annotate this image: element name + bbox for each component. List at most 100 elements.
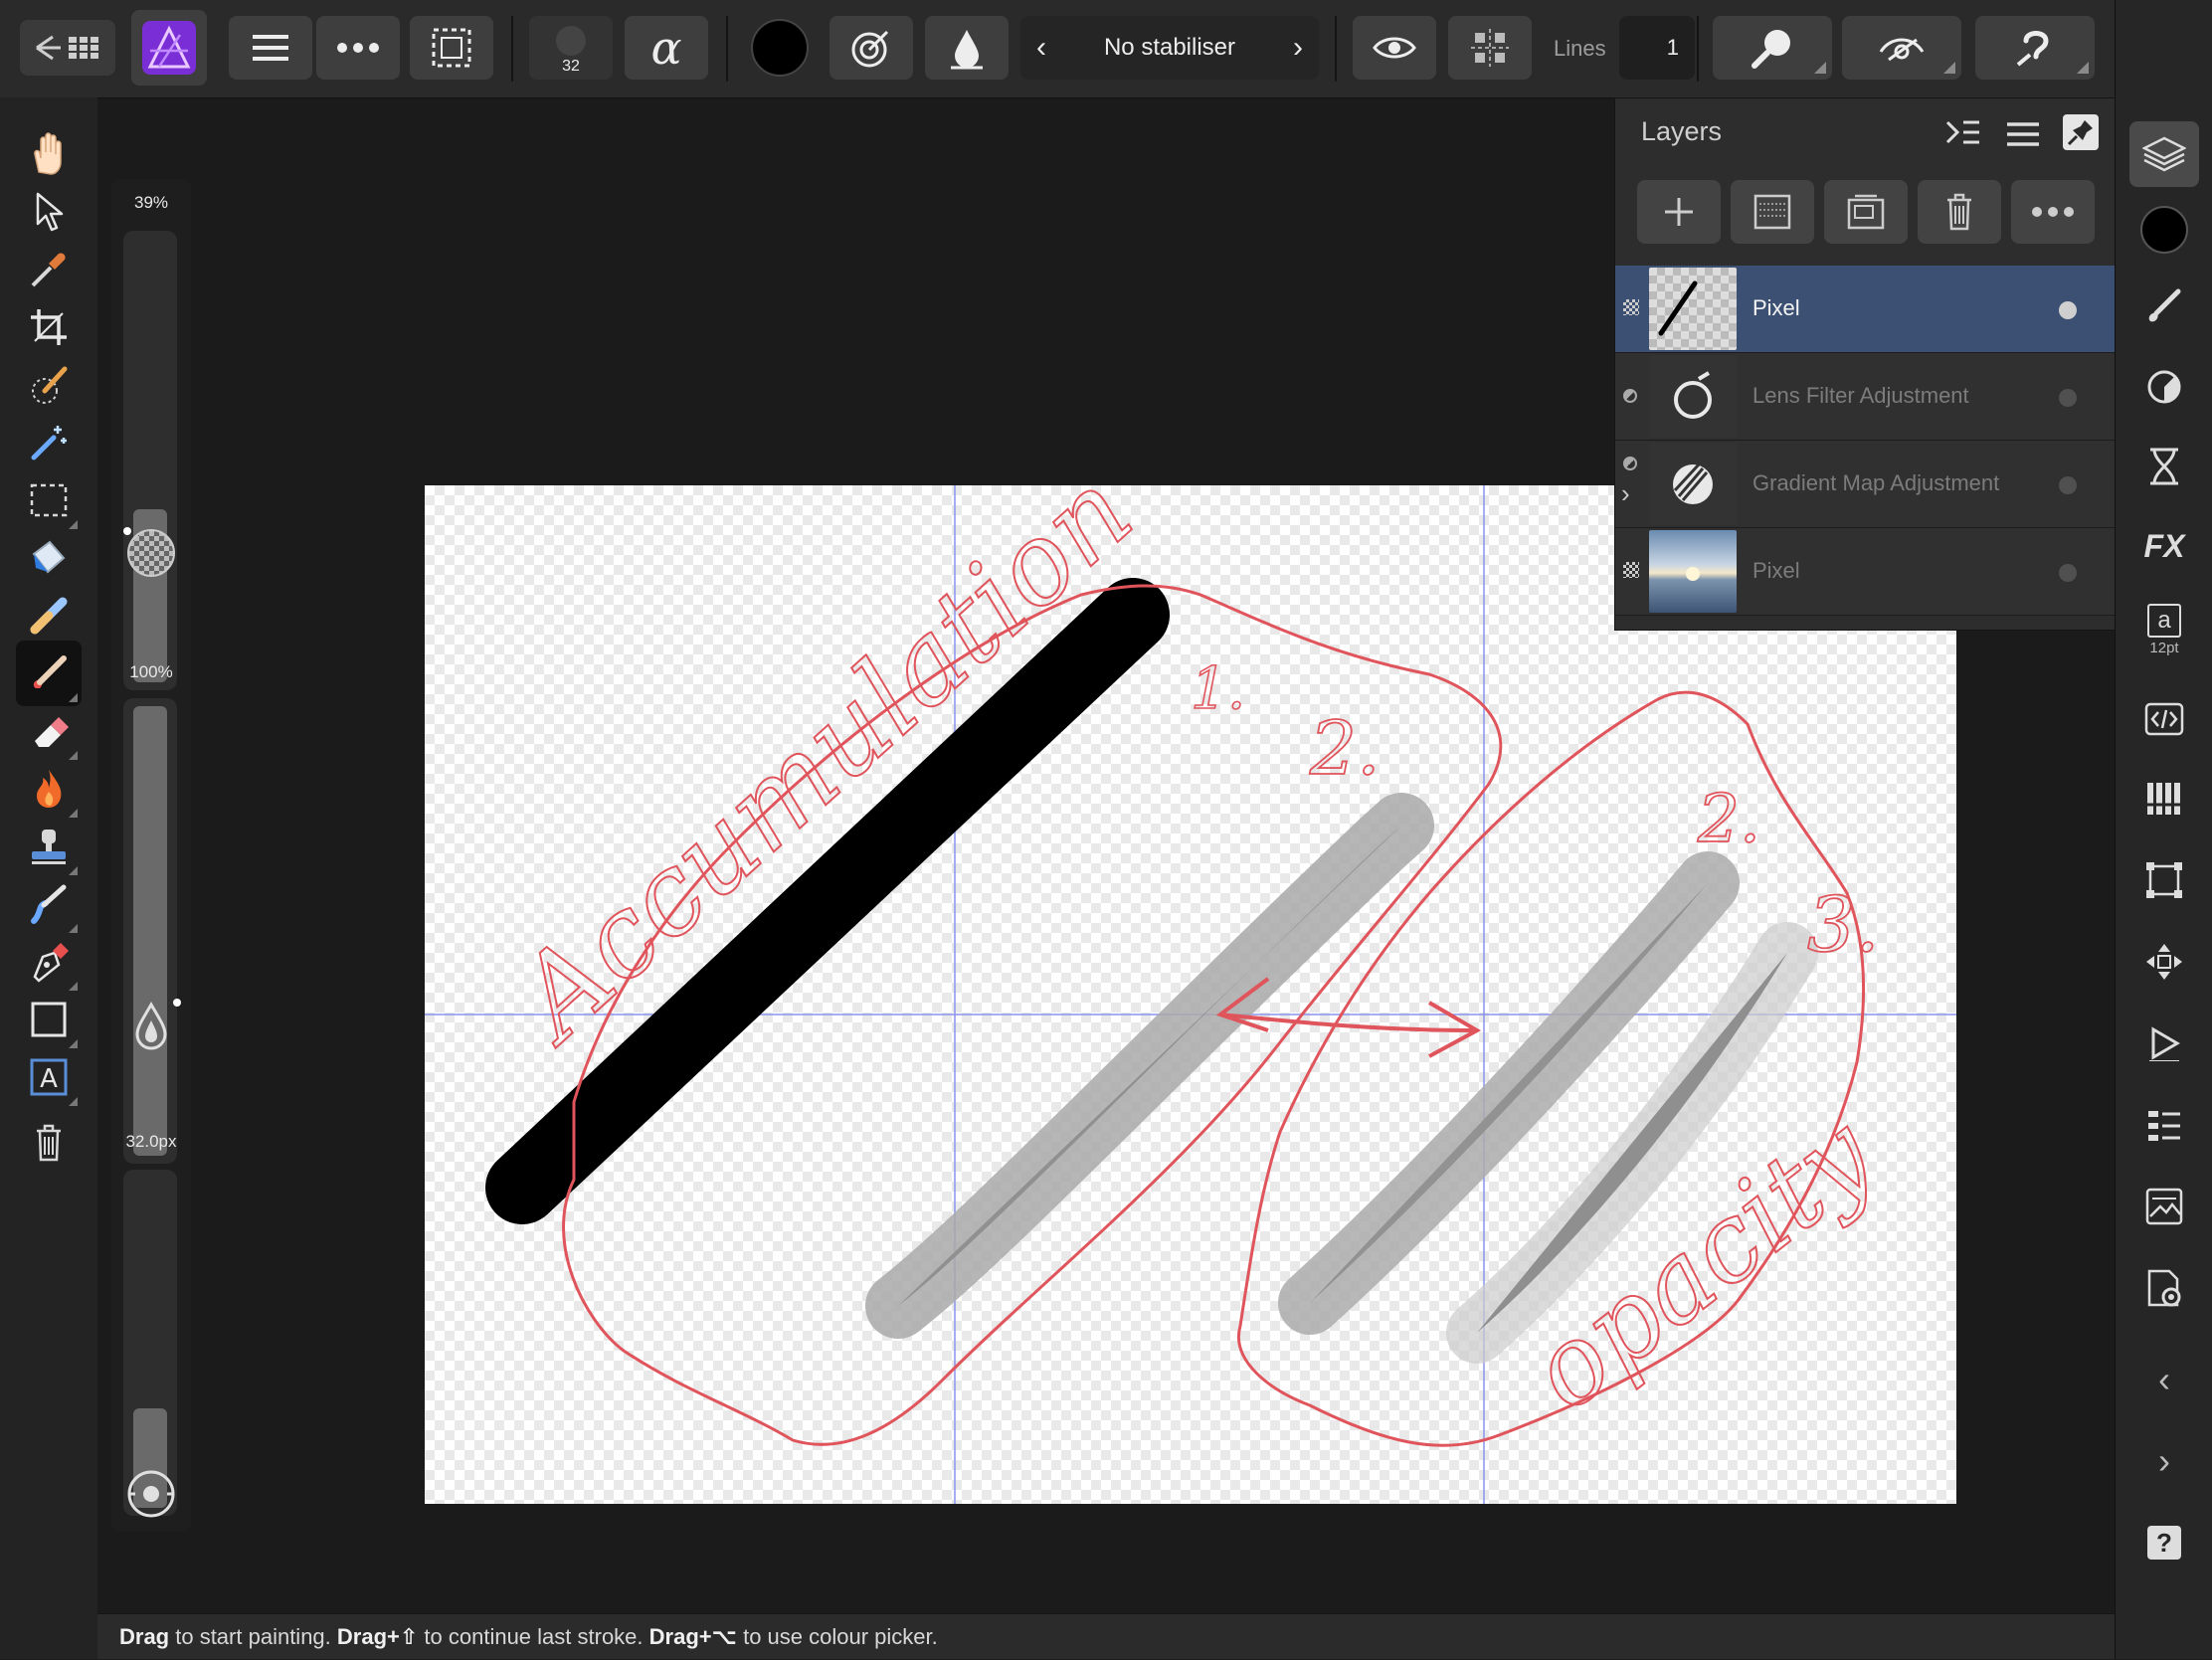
flood-fill-tool[interactable] [16, 525, 82, 591]
marquee-tool[interactable] [16, 467, 82, 533]
assistant-view-button[interactable] [1842, 16, 1961, 80]
layer-name: Gradient Map Adjustment [1752, 470, 2000, 495]
opacity-icon[interactable] [127, 529, 175, 577]
navigator-studio-button[interactable] [2129, 929, 2199, 995]
text-tool[interactable]: A [16, 1044, 82, 1110]
symmetry-button[interactable] [1448, 16, 1532, 80]
history-studio-button[interactable] [2129, 434, 2199, 499]
layers-studio-button[interactable] [2129, 121, 2199, 187]
image-frame-icon [2145, 1188, 2183, 1225]
group-layers-button[interactable] [1824, 180, 1908, 244]
persona-switcher-button[interactable] [131, 10, 207, 86]
flood-select-tool[interactable] [16, 410, 82, 475]
lines-value-field[interactable]: 1 [1619, 16, 1695, 80]
list-settings-icon [2148, 1111, 2180, 1141]
move-tool[interactable] [16, 179, 82, 245]
panel-menu-button[interactable] [2003, 114, 2043, 154]
erase-brush-tool[interactable] [16, 698, 82, 764]
document-canvas[interactable]: Accumulation opacity 1. 2. 2. 3. [425, 485, 1956, 1504]
pixel-layer-type-icon [1623, 562, 1639, 578]
hint-text: to use colour picker. [736, 1624, 938, 1649]
collapse-right-button[interactable]: › [2129, 1428, 2199, 1494]
pixel-layer-type-icon [1623, 299, 1639, 315]
layer-row[interactable]: Lens Filter Adjustment [1615, 353, 2115, 441]
burn-brush-tool[interactable] [16, 756, 82, 822]
help-button[interactable]: ? [2129, 1510, 2199, 1575]
assets-studio-button[interactable] [2129, 1092, 2199, 1158]
brush-options-button[interactable] [125, 1468, 177, 1520]
gradient-tool[interactable] [16, 583, 82, 648]
collapse-left-button[interactable]: ‹ [2129, 1347, 2199, 1412]
opacity-slider[interactable] [123, 231, 177, 690]
width-slider[interactable] [123, 1170, 177, 1516]
brush-size-button[interactable]: 32 [529, 16, 613, 80]
trash-icon [37, 1124, 61, 1162]
flow-slider[interactable] [123, 698, 177, 1164]
macro-studio-button[interactable] [2129, 686, 2199, 752]
expand-chevron-icon[interactable]: › [1621, 478, 1630, 509]
flow-icon[interactable] [129, 1001, 173, 1050]
chevron-left-icon[interactable]: ‹ [1036, 31, 1046, 65]
layer-row[interactable]: › Gradient Map Adjustment [1615, 441, 2115, 528]
colour-picker-tool[interactable] [16, 237, 82, 302]
delete-button[interactable] [16, 1110, 82, 1176]
hand-icon [34, 132, 62, 175]
play-macro-studio-button[interactable] [2129, 1011, 2199, 1076]
add-layer-button[interactable] [1637, 180, 1721, 244]
crop-tool[interactable] [16, 294, 82, 360]
hourglass-icon [2150, 448, 2178, 485]
brushes-studio-button[interactable] [2129, 275, 2199, 340]
transform-studio-button[interactable] [2129, 847, 2199, 913]
help-button[interactable] [1975, 16, 2095, 80]
paint-brush-tool[interactable] [16, 641, 82, 706]
colour-studio-button[interactable] [2129, 197, 2199, 263]
hint-text: to continue last stroke. [418, 1624, 649, 1649]
layers-panel-title: Layers [1641, 116, 1723, 146]
view-toggle-button[interactable] [1353, 16, 1436, 80]
stock-studio-button[interactable] [2129, 1174, 2199, 1239]
character-studio-button[interactable]: a 12pt [2129, 597, 2199, 662]
adjustments-studio-button[interactable] [2129, 354, 2199, 420]
blend-mode-button[interactable] [925, 16, 1009, 80]
selection-mode-button[interactable] [410, 16, 493, 80]
shape-tool[interactable] [16, 987, 82, 1052]
layer-row[interactable]: Pixel [1615, 528, 2115, 616]
pen-tool[interactable] [16, 929, 82, 995]
stroke-thumbnail-icon [1658, 280, 1698, 336]
channels-studio-button[interactable] [2129, 766, 2199, 831]
main-menu-button[interactable] [229, 16, 312, 80]
rectangular-marquee-icon [30, 483, 68, 517]
transform-box-icon [2146, 862, 2182, 898]
layer-row[interactable]: Pixel [1615, 266, 2115, 353]
stabiliser-selector[interactable]: ‹ No stabiliser › [1020, 16, 1319, 80]
layer-visibility-dot[interactable] [2059, 564, 2077, 582]
add-mask-button[interactable] [1731, 180, 1814, 244]
code-brackets-icon [2144, 702, 2184, 736]
plus-icon [1665, 198, 1693, 226]
delete-layer-button[interactable] [1918, 180, 2001, 244]
collapse-panel-button[interactable] [1943, 114, 1983, 154]
layer-visibility-dot[interactable] [2059, 301, 2077, 319]
paint-brush-icon [33, 655, 67, 688]
stamp-icon [32, 830, 66, 864]
back-to-documents-button[interactable] [20, 20, 115, 76]
effects-studio-button[interactable]: FX [2129, 513, 2199, 579]
eye-icon [1373, 37, 1416, 59]
colour-button[interactable] [744, 16, 816, 80]
more-options-button[interactable] [316, 16, 400, 80]
layer-options-button[interactable] [2011, 180, 2095, 244]
selection-brush-tool[interactable] [16, 352, 82, 418]
brush-opacity-alpha-button[interactable]: α [625, 16, 708, 80]
layer-visibility-dot[interactable] [2059, 389, 2077, 407]
layer-visibility-dot[interactable] [2059, 476, 2077, 494]
document-settings-button[interactable] [2129, 1255, 2199, 1321]
chevron-right-icon[interactable]: › [1293, 31, 1303, 65]
play-icon [2149, 1026, 2180, 1061]
pin-panel-button[interactable] [2063, 114, 2099, 150]
wet-edges-button[interactable] [830, 16, 913, 80]
clone-brush-tool[interactable] [16, 814, 82, 879]
view-tool[interactable] [16, 121, 82, 187]
wet-edges-icon [851, 30, 889, 68]
smudge-brush-tool[interactable] [16, 871, 82, 937]
zoom-button[interactable] [1713, 16, 1832, 80]
